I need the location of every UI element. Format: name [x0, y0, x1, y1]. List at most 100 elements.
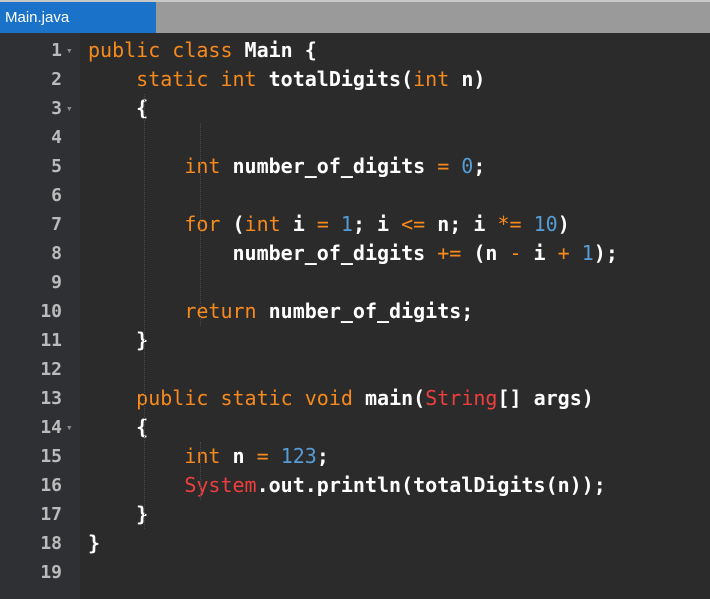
code-token: public [136, 386, 221, 410]
code-token: public [88, 38, 173, 62]
code-line[interactable]: 15 int n = 123; [0, 442, 710, 471]
code-token: int [244, 212, 293, 236]
fold-arrow-icon[interactable]: ▾ [66, 36, 76, 65]
fold-arrow-icon[interactable]: ▾ [66, 94, 76, 123]
tab-main-java[interactable]: Main.java [0, 2, 156, 33]
code-line[interactable]: 3 ▾ { [0, 94, 710, 123]
code-line[interactable]: 12 [0, 355, 710, 384]
code-token: i [521, 241, 558, 265]
code-line[interactable]: 7 for (int i = 1; i <= n; i *= 10) [0, 210, 710, 239]
code-token: 123 [280, 444, 317, 468]
line-number: 17 [40, 504, 62, 525]
code-text: } [88, 500, 148, 529]
code-token: int [413, 67, 462, 91]
code-text: { [88, 413, 148, 442]
code-token: for [184, 212, 233, 236]
code-line[interactable]: 4 [0, 123, 710, 152]
indent-guide [200, 123, 201, 326]
code-token: (n [461, 241, 510, 265]
code-line[interactable]: 8 number_of_digits += (n - i + 1); [0, 239, 710, 268]
code-token: totalDigits( [268, 67, 414, 91]
code-token: = [256, 444, 269, 468]
code-token: i [292, 212, 317, 236]
line-number: 9 [51, 272, 62, 293]
code-line[interactable]: 14 ▾ { [0, 413, 710, 442]
line-number: 8 [51, 243, 62, 264]
code-token: static [136, 67, 221, 91]
line-number: 7 [51, 214, 62, 235]
code-token: 1 [581, 241, 594, 265]
code-token: { [88, 96, 149, 120]
code-text: static int totalDigits(int n) [88, 65, 485, 94]
indent-guide [144, 94, 145, 529]
code-line[interactable]: 19 [0, 558, 710, 587]
line-number: 18 [40, 533, 62, 554]
code-token: Main { [244, 38, 317, 62]
editor-window: Main.java 1 ▾ public class Main {2 static … [0, 0, 710, 599]
code-token: ; [473, 154, 486, 178]
code-token: [] args) [497, 386, 594, 410]
code-token: int [184, 154, 233, 178]
code-token: n [232, 444, 257, 468]
code-token: number_of_digits; [268, 299, 474, 323]
code-token: void [304, 386, 365, 410]
code-token: static [220, 386, 305, 410]
code-token: } [88, 502, 149, 526]
code-token: number_of_digits [88, 241, 438, 265]
code-token: ) [557, 212, 570, 236]
code-text: } [88, 529, 100, 558]
code-line[interactable]: 13 public static void main(String[] args… [0, 384, 710, 413]
code-token: <= [401, 212, 426, 236]
fold-arrow-icon[interactable]: ▾ [66, 413, 76, 442]
code-token: { [88, 415, 149, 439]
code-text: number_of_digits += (n - i + 1); [88, 239, 618, 268]
code-token: += [437, 241, 462, 265]
line-number: 5 [51, 156, 62, 177]
code-text: for (int i = 1; i <= n; i *= 10) [88, 210, 570, 239]
code-line[interactable]: 16 System.out.println(totalDigits(n)); [0, 471, 710, 500]
code-text: public class Main { [88, 36, 317, 65]
code-line[interactable]: 2 static int totalDigits(int n) [0, 65, 710, 94]
code-line[interactable]: 5 int number_of_digits = 0; [0, 152, 710, 181]
line-number: 16 [40, 475, 62, 496]
code-line[interactable]: 11 } [0, 326, 710, 355]
line-number: 1 [51, 40, 62, 61]
code-token: String [425, 386, 498, 410]
line-number: 19 [40, 562, 62, 583]
line-number: 4 [51, 127, 62, 148]
code-editor[interactable]: 1 ▾ public class Main {2 static int totalD… [0, 33, 710, 599]
code-token: int [220, 67, 269, 91]
code-line[interactable]: 6 [0, 181, 710, 210]
code-line[interactable]: 1 ▾ public class Main { [0, 36, 710, 65]
code-token: main( [364, 386, 426, 410]
code-token: int [184, 444, 233, 468]
code-token: } [88, 328, 149, 352]
code-text: return number_of_digits; [88, 297, 473, 326]
code-token: .out.println(totalDigits(n)); [256, 473, 606, 497]
code-line[interactable]: 10 return number_of_digits; [0, 297, 710, 326]
line-number: 12 [40, 359, 62, 380]
code-text: public static void main(String[] args) [88, 384, 594, 413]
code-token: ( [232, 212, 245, 236]
code-line[interactable]: 9 [0, 268, 710, 297]
code-token: } [88, 531, 101, 555]
line-number: 15 [40, 446, 62, 467]
code-token: ); [593, 241, 618, 265]
line-number: 11 [40, 330, 62, 351]
code-line[interactable]: 17 } [0, 500, 710, 529]
code-token: + [557, 241, 570, 265]
code-line[interactable]: 18} [0, 529, 710, 558]
code-token: = [437, 154, 450, 178]
code-token: number_of_digits [232, 154, 438, 178]
